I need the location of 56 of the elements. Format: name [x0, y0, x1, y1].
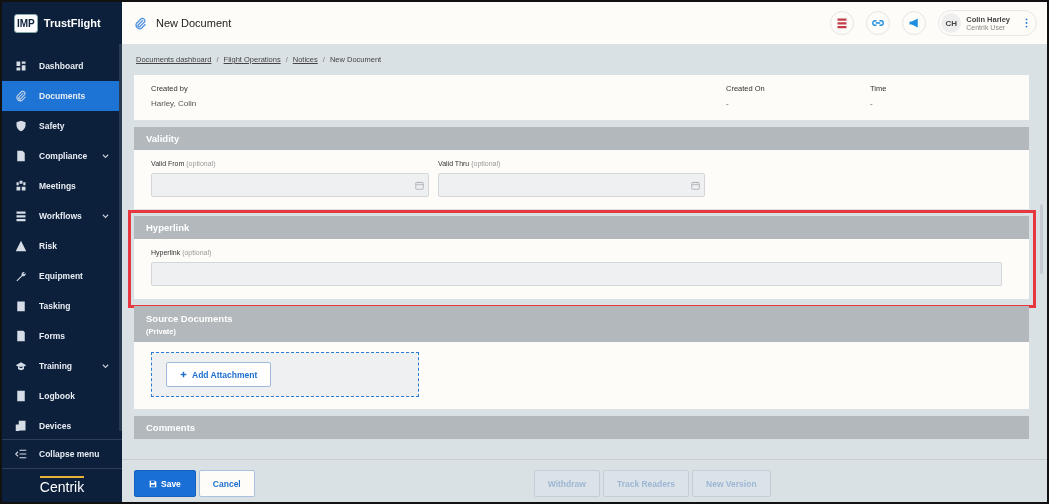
collapse-menu-button[interactable]: Collapse menu — [2, 439, 122, 469]
link-icon — [872, 17, 885, 29]
date-field[interactable] — [438, 173, 705, 197]
calendar-icon — [691, 180, 700, 190]
form-icon — [15, 330, 27, 342]
save-icon — [149, 479, 157, 488]
sidebar-item[interactable]: Equipment — [2, 261, 119, 291]
save-button[interactable]: Save — [134, 470, 196, 497]
sidebar-item[interactable]: Risk — [2, 231, 119, 261]
paperclip-icon — [15, 90, 27, 102]
sidebar-item[interactable]: Workflows — [2, 201, 119, 231]
document-icon — [15, 150, 27, 162]
devices-icon — [15, 420, 27, 431]
megaphone-icon — [908, 17, 921, 29]
megaphone-button[interactable] — [902, 11, 927, 35]
page-title: New Document — [156, 17, 232, 29]
sidebar-item[interactable]: Dashboard — [2, 51, 119, 81]
section-header: Hyperlink — [134, 216, 1029, 239]
calendar-icon — [415, 180, 424, 190]
drop-zone[interactable]: Add Attachment — [151, 352, 419, 397]
user-avatar: CH — [941, 13, 962, 33]
dashboard-icon — [15, 60, 27, 72]
sidebar-item[interactable]: Devices — [2, 411, 119, 431]
more-icon — [1025, 18, 1028, 28]
graduation-cap-icon — [15, 360, 27, 372]
people-icon — [15, 180, 27, 192]
add-attachment-button[interactable]: Add Attachment — [166, 362, 272, 387]
hyperlink-field[interactable] — [151, 262, 1002, 286]
sidebar-item[interactable]: Tasking — [2, 291, 119, 321]
centrik-logo: Centrik — [39, 476, 85, 495]
sidebar-item[interactable]: Meetings — [2, 171, 119, 201]
sidebar-item[interactable]: Safety — [2, 111, 119, 141]
collapse-icon — [15, 448, 27, 460]
plus-icon — [180, 371, 187, 378]
paperclip-icon — [134, 16, 147, 30]
section-header: Comments — [134, 416, 1029, 439]
brand-name: TrustFlight — [43, 17, 101, 29]
field-value: Harley, Colin — [151, 99, 198, 108]
sidebar-item[interactable]: Forms — [2, 321, 119, 351]
stack-icon — [15, 210, 27, 222]
logo-badge: IMP — [14, 13, 38, 33]
sidebar-item[interactable]: Logbook — [2, 381, 119, 411]
stack-icon — [836, 17, 849, 29]
sidebar-item[interactable]: Compliance — [2, 141, 119, 171]
warning-icon — [15, 240, 27, 252]
field-value: - — [726, 99, 730, 108]
date-field[interactable] — [151, 173, 429, 197]
wrench-icon — [15, 270, 27, 282]
action-button[interactable]: Cancel — [198, 470, 255, 497]
stack-button[interactable] — [830, 11, 855, 35]
sidebar-item[interactable]: Documents — [2, 81, 119, 111]
shield-icon — [15, 120, 27, 132]
field-value: - — [870, 99, 874, 108]
link-button[interactable] — [866, 11, 891, 35]
section-header: Validity — [134, 127, 1029, 150]
sidebar-item[interactable]: Training — [2, 351, 119, 381]
